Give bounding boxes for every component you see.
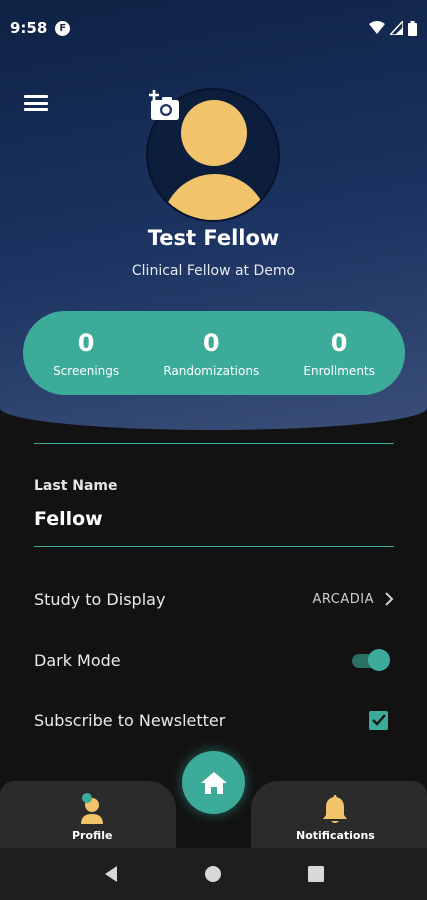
change-photo-button[interactable] xyxy=(146,88,182,122)
status-time: 9:58 xyxy=(10,19,48,37)
system-home-button[interactable] xyxy=(198,859,228,889)
last-name-field[interactable]: Fellow xyxy=(34,508,103,530)
stats-card: 0 Screenings 0 Randomizations 0 Enrollme… xyxy=(23,311,405,395)
nav-profile-label: Profile xyxy=(72,829,113,842)
stat-value: 0 xyxy=(77,329,95,357)
field-divider xyxy=(34,443,394,444)
dark-mode-toggle[interactable] xyxy=(352,649,390,671)
system-recents-button[interactable] xyxy=(301,859,331,889)
bell-icon xyxy=(323,795,348,823)
profile-role: Clinical Fellow at Demo xyxy=(131,263,296,279)
stat-enrollments: 0 Enrollments xyxy=(303,328,375,378)
avatar-body xyxy=(162,174,268,220)
stat-value: 0 xyxy=(330,329,348,357)
stat-label: Screenings xyxy=(53,364,120,378)
wifi-icon xyxy=(369,21,385,34)
newsletter-checkbox[interactable] xyxy=(369,710,388,730)
cell-signal-icon xyxy=(390,21,403,35)
battery-icon xyxy=(408,20,417,36)
menu-button[interactable] xyxy=(24,92,48,114)
stat-randomizations: 0 Randomizations xyxy=(163,328,259,378)
home-icon xyxy=(200,771,227,794)
study-to-display-label: Study to Display xyxy=(34,589,166,609)
back-triangle-icon xyxy=(105,866,118,882)
field-divider xyxy=(34,546,394,547)
system-navigation-bar xyxy=(0,848,427,900)
profile-name: Test Fellow xyxy=(147,226,280,250)
chevron-right-icon xyxy=(385,592,394,606)
system-back-button[interactable] xyxy=(96,859,126,889)
check-icon xyxy=(371,714,386,726)
dark-mode-row: Dark Mode xyxy=(34,645,394,675)
home-button[interactable] xyxy=(182,751,245,814)
stat-label: Enrollments xyxy=(303,364,375,378)
stat-value: 0 xyxy=(202,329,220,357)
status-bar: 9:58 F xyxy=(0,0,427,56)
add-photo-icon xyxy=(149,90,179,120)
home-circle-icon xyxy=(205,866,222,882)
study-selector[interactable]: ARCADIA xyxy=(313,592,395,607)
stat-label: Randomizations xyxy=(163,364,260,378)
newsletter-label: Subscribe to Newsletter xyxy=(34,710,226,730)
last-name-label: Last Name xyxy=(34,478,118,494)
dark-mode-label: Dark Mode xyxy=(34,650,121,670)
study-value: ARCADIA xyxy=(312,591,374,607)
newsletter-row: Subscribe to Newsletter xyxy=(34,705,394,735)
stat-screenings: 0 Screenings xyxy=(53,328,119,378)
nav-notifications-label: Notifications xyxy=(296,829,375,842)
study-to-display-row[interactable]: Study to Display ARCADIA xyxy=(34,584,394,614)
avatar-head xyxy=(181,100,247,166)
profile-icon xyxy=(81,793,104,824)
recents-square-icon xyxy=(307,866,324,882)
app-notification-icon: F xyxy=(55,20,71,36)
nav-profile[interactable]: Profile xyxy=(72,793,112,842)
nav-notifications[interactable]: Notifications xyxy=(296,793,375,842)
hamburger-menu-icon xyxy=(24,95,48,98)
